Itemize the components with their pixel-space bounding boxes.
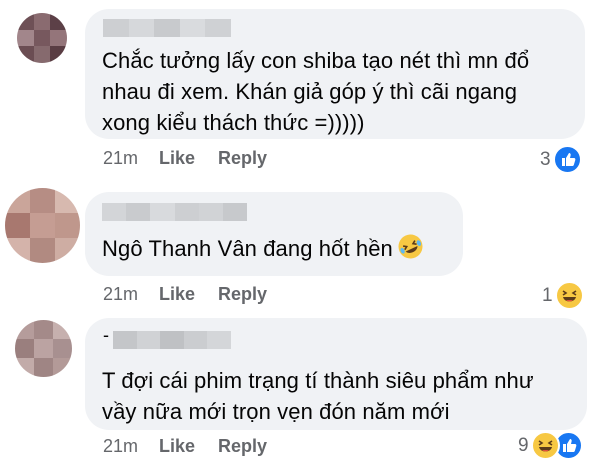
comment-bubble: Chắc tưởng lấy con shiba tạo nét thì mn …	[85, 9, 585, 139]
commenter-name[interactable]	[113, 331, 231, 349]
comment-actions: 21m Like Reply	[103, 284, 267, 305]
comment-text-line: T đợi cái phim trạng tí thành siêu phẩm …	[102, 368, 534, 393]
reaction-count: 3	[540, 148, 551, 170]
comment-bubble: - T đợi cái phim trạng tí thành siêu phẩ…	[85, 318, 587, 430]
like-button[interactable]: Like	[159, 148, 195, 169]
avatar[interactable]	[5, 188, 80, 263]
comment-actions: 21m Like Reply	[103, 148, 267, 169]
like-button[interactable]: Like	[159, 284, 195, 305]
commenter-name[interactable]	[103, 19, 231, 37]
reaction-summary[interactable]: 3	[540, 145, 582, 174]
like-icon	[552, 145, 582, 174]
like-button[interactable]: Like	[159, 436, 195, 457]
comment-timestamp[interactable]: 21m	[103, 284, 138, 305]
avatar[interactable]	[15, 320, 72, 377]
comment-text-line: xong kiểu thách thức =)))))	[102, 110, 365, 135]
comment-actions: 21m Like Reply	[103, 436, 267, 457]
avatar[interactable]	[17, 13, 67, 63]
comment-text-line: Chắc tưởng lấy con shiba tạo nét thì mn …	[102, 48, 530, 73]
haha-icon	[530, 431, 560, 460]
commenter-name-prefix: -	[103, 325, 109, 345]
commenter-name[interactable]	[102, 203, 248, 221]
reply-button[interactable]: Reply	[218, 436, 267, 457]
comment-bubble: Ngô Thanh Vân đang hốt hền	[85, 192, 463, 276]
reaction-count: 9	[518, 434, 529, 456]
comment-timestamp[interactable]: 21m	[103, 148, 138, 169]
reaction-summary[interactable]: 1	[542, 281, 584, 310]
reply-button[interactable]: Reply	[218, 148, 267, 169]
comment-timestamp[interactable]: 21m	[103, 436, 138, 457]
haha-icon	[554, 281, 584, 310]
comment-text-line: vầy nữa mới trọn vẹn đón năm mới	[102, 399, 450, 424]
comment-text-line: nhau đi xem. Khán giả góp ý thì cãi ngan…	[102, 79, 518, 104]
reaction-count: 1	[542, 284, 553, 306]
comment-text-line: Ngô Thanh Vân đang hốt hền	[102, 233, 424, 264]
reaction-summary[interactable]: 9	[518, 431, 583, 460]
comment-text: Ngô Thanh Vân đang hốt hền	[102, 236, 393, 261]
rolling-laughing-emoji	[397, 233, 424, 260]
reply-button[interactable]: Reply	[218, 284, 267, 305]
